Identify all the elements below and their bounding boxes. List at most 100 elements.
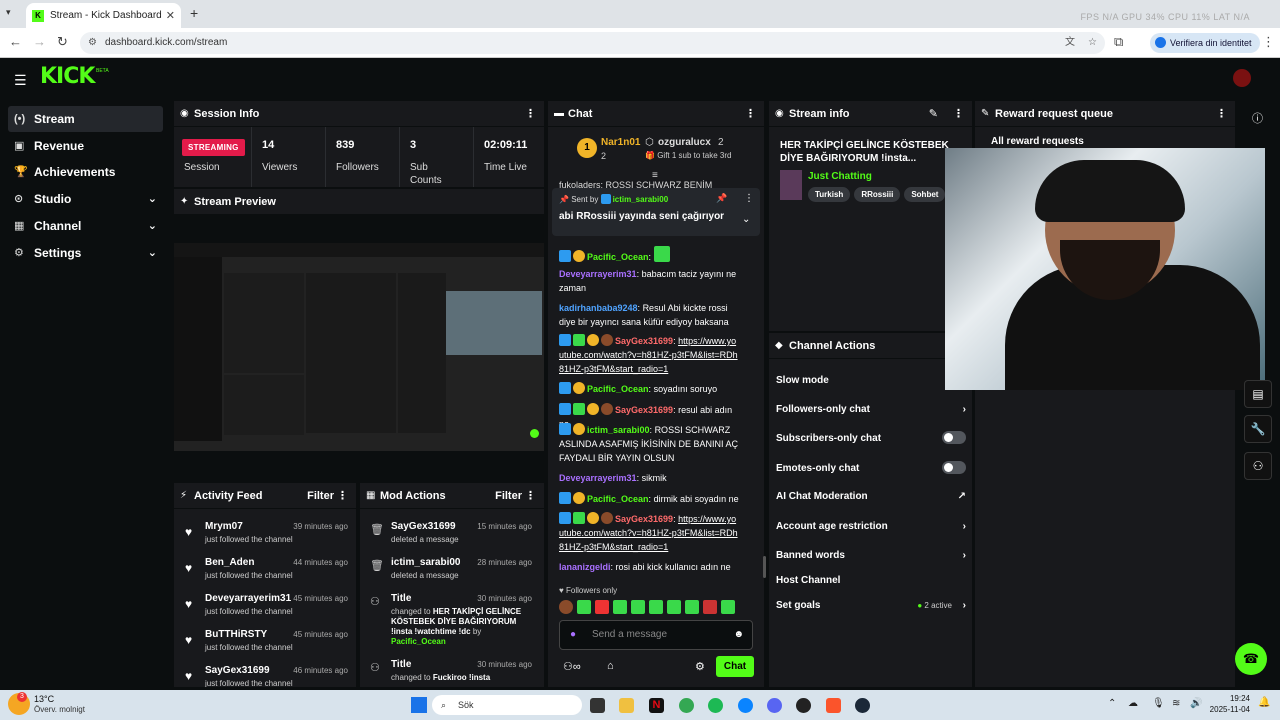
kick-logo[interactable]: KICK — [40, 64, 95, 89]
chat-username[interactable]: Pacific_Ocean — [587, 494, 649, 504]
kebab-menu-icon[interactable]: ⋮ — [745, 101, 756, 127]
brave-icon[interactable] — [826, 698, 841, 713]
sidebar-item-settings[interactable]: ⚙ Settings ⌄ — [8, 240, 163, 266]
extensions-icon[interactable]: ⧉ — [1114, 34, 1123, 50]
info-icon[interactable]: ⓘ — [1252, 110, 1263, 126]
pinned-by-user[interactable]: ictim_sarabi00 — [613, 195, 669, 204]
followers-only-action[interactable]: Followers-only chat › — [776, 404, 966, 415]
browser-tab[interactable]: K Stream - Kick Dashboard ✕ — [26, 3, 181, 28]
url-input[interactable]: ⚙ dashboard.kick.com/stream 文 ☆ — [80, 32, 1105, 54]
activity-user[interactable]: SayGex31699 — [205, 665, 270, 676]
netflix-icon[interactable]: N — [649, 698, 664, 713]
sidebar-item-studio[interactable]: ⊙ Studio ⌄ — [8, 186, 163, 212]
tag-sohbet[interactable]: Sohbet — [904, 187, 946, 202]
forward-icon[interactable]: → — [33, 34, 46, 49]
user-avatar[interactable] — [1233, 69, 1251, 87]
clock-time[interactable]: 19:24 — [1212, 694, 1250, 703]
edge-icon[interactable] — [738, 698, 753, 713]
mic-tray-icon[interactable]: 🎙 — [1152, 698, 1165, 709]
emote-icon[interactable] — [613, 600, 627, 614]
chat-username[interactable]: Deveyarrayerim31 — [559, 269, 637, 279]
tab-list-dropdown-icon[interactable]: ▾ — [6, 7, 11, 18]
clock-date[interactable]: 2025-11-04 — [1204, 705, 1250, 714]
emoji-icon[interactable]: ☻ — [733, 621, 744, 649]
chat-scrollbar[interactable] — [763, 556, 766, 578]
kebab-menu-icon[interactable]: ⋮ — [525, 101, 536, 127]
chrome-icon[interactable] — [679, 698, 694, 713]
sidebar-item-achievements[interactable]: 🏆 Achievements — [8, 159, 163, 185]
rail-button[interactable]: ⚇ — [1244, 452, 1272, 480]
emote-icon[interactable] — [667, 600, 681, 614]
close-tab-icon[interactable]: ✕ — [166, 9, 175, 22]
mod-action-user[interactable]: SayGex31699 — [391, 521, 456, 532]
ai-moderation-action[interactable]: AI Chat Moderation ↗ — [776, 491, 966, 502]
volume-icon[interactable]: 🔊 — [1190, 698, 1202, 709]
new-tab-button[interactable]: + — [190, 5, 198, 21]
stream-preview-video[interactable] — [174, 243, 544, 451]
kebab-menu-icon[interactable]: ⋮ — [744, 193, 754, 204]
emote-icon[interactable] — [721, 600, 735, 614]
kebab-menu-icon[interactable]: ⋮ — [337, 483, 348, 509]
tag-turkish[interactable]: Turkish — [808, 187, 851, 202]
wifi-icon[interactable]: ≋ — [1172, 698, 1180, 709]
banned-words-action[interactable]: Banned words › — [776, 550, 966, 561]
mic-icon[interactable]: ● — [570, 621, 576, 649]
category-name[interactable]: Just Chatting — [808, 171, 872, 182]
filter-button[interactable]: Filter — [495, 483, 522, 509]
site-info-icon[interactable]: ⚙ — [88, 32, 97, 54]
chat-settings-gear-icon[interactable]: ⚙ — [695, 660, 705, 673]
activity-user[interactable]: Ben_Aden — [205, 557, 254, 568]
chat-username[interactable]: Deveyarrayerim31 — [559, 473, 637, 483]
mod-user-link[interactable]: Pacific_Ocean — [391, 637, 446, 646]
hamburger-menu-icon[interactable]: ☰ — [14, 72, 27, 89]
mod-action-user[interactable]: ictim_sarabi00 — [391, 557, 461, 568]
chevron-down-icon[interactable]: ⌄ — [742, 214, 750, 225]
file-explorer-icon[interactable] — [619, 698, 634, 713]
chat-username[interactable]: Pacific_Ocean — [587, 252, 649, 262]
set-goals-action[interactable]: Set goals ● 2 active › — [776, 600, 966, 611]
spotify-icon[interactable] — [708, 698, 723, 713]
emote-icon[interactable] — [685, 600, 699, 614]
sidebar-item-stream[interactable]: (•) Stream — [8, 106, 163, 132]
notifications-icon[interactable]: 🔔 — [1258, 697, 1270, 708]
kebab-menu-icon[interactable]: ⋮ — [1216, 101, 1227, 127]
chat-username[interactable]: SayGex31699 — [615, 405, 673, 415]
chat-username[interactable]: SayGex31699 — [615, 336, 673, 346]
reload-icon[interactable]: ↻ — [57, 34, 68, 50]
tag-rrossiii[interactable]: RRossiii — [854, 187, 901, 202]
bookmark-star-icon[interactable]: ☆ — [1088, 32, 1097, 54]
send-chat-button[interactable]: Chat — [716, 656, 754, 677]
sidebar-item-revenue[interactable]: ▣ Revenue — [8, 133, 163, 159]
pin-icon[interactable]: 📌 — [716, 193, 727, 204]
emote-icon[interactable] — [577, 600, 591, 614]
chat-username[interactable]: kadirhanbaba9248 — [559, 303, 638, 313]
verify-identity-button[interactable]: Verifiera din identitet — [1150, 33, 1260, 53]
second-gifter-name[interactable]: ozguralucx — [658, 137, 711, 148]
back-icon[interactable]: ← — [9, 34, 22, 49]
activity-user[interactable]: BuTTHiRSTY — [205, 629, 267, 640]
emote-icon[interactable] — [631, 600, 645, 614]
translate-icon[interactable]: 文 — [1065, 32, 1075, 54]
filter-button[interactable]: Filter — [307, 483, 334, 509]
rail-button[interactable]: ▤ — [1244, 380, 1272, 408]
obs-icon[interactable] — [796, 698, 811, 713]
edit-icon[interactable]: ✎ — [929, 101, 938, 127]
emote-icon[interactable] — [649, 600, 663, 614]
discord-icon[interactable] — [767, 698, 782, 713]
host-channel-action[interactable]: Host Channel — [776, 575, 966, 586]
taskview-icon[interactable] — [590, 698, 605, 713]
kebab-menu-icon[interactable]: ⋮ — [953, 101, 964, 127]
wrench-icon[interactable]: 🔧 — [1244, 415, 1272, 443]
sidebar-item-channel[interactable]: ▦ Channel ⌄ — [8, 213, 163, 239]
support-chat-button[interactable]: ☎ — [1235, 643, 1267, 675]
kebab-menu-icon[interactable]: ⋮ — [525, 483, 536, 509]
top-gifter-name[interactable]: Nar1n01 — [601, 137, 640, 148]
chat-username[interactable]: Pacific_Ocean — [587, 384, 649, 394]
community-icon[interactable]: ⚇∞ — [563, 660, 581, 673]
subscribers-only-toggle[interactable] — [942, 431, 966, 444]
tray-overflow-icon[interactable]: ⌃ — [1108, 698, 1116, 709]
emote-icon[interactable] — [703, 600, 717, 614]
emote-icon[interactable] — [595, 600, 609, 614]
emote-icon[interactable] — [559, 600, 573, 614]
onedrive-icon[interactable]: ☁ — [1128, 698, 1138, 709]
